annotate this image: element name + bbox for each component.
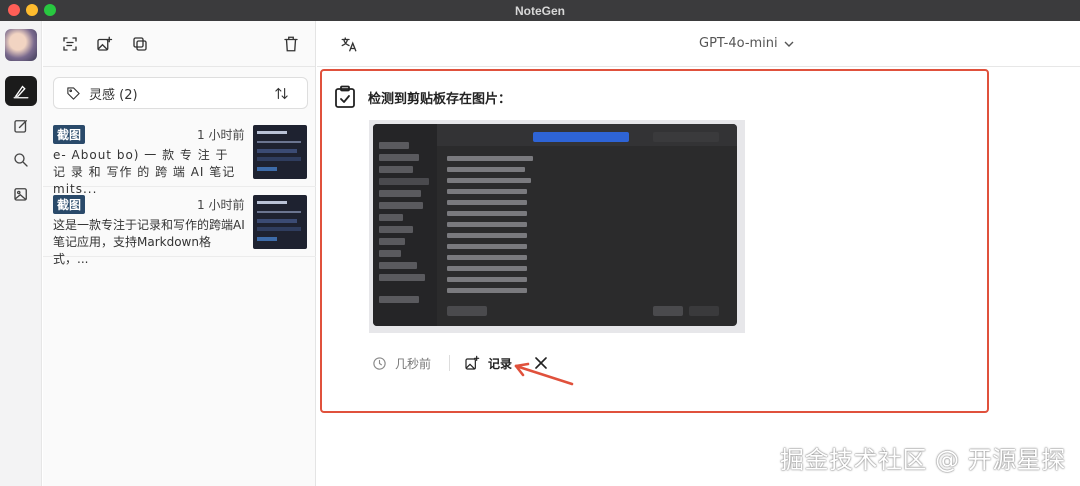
delete-button[interactable] [281, 34, 301, 54]
scan-icon [63, 37, 77, 51]
trash-icon [284, 36, 298, 52]
detected-time-label: 几秒前 [395, 356, 432, 371]
write-nav-button[interactable] [5, 111, 37, 141]
clipboard-detect-card: 检测到剪贴板存在图片： 几秒前 记录 [320, 69, 989, 413]
record-nav-button[interactable] [5, 76, 37, 106]
list-item[interactable]: 截图 1 小时前 这是一款专注于记录和写作的跨端AI笔记应用，支持Markdow… [43, 191, 316, 266]
minimize-window-button[interactable] [26, 4, 38, 16]
chevron-down-icon [784, 41, 794, 47]
window-controls [8, 4, 56, 16]
model-select-value: GPT-4o-mini [699, 36, 778, 51]
note-preview: 这是一款专注于记录和写作的跨端AI笔记应用，支持Markdown格式，... [53, 218, 245, 266]
nav-rail [0, 21, 42, 486]
app-window: NoteGen 灵感 (2) 截图 1 小时前 e- About bo) 一 款… [0, 0, 1080, 486]
main-toolbar: GPT-4o-mini [317, 21, 1080, 67]
clipboard-image-preview[interactable] [369, 120, 745, 333]
image-hosting-nav-button[interactable] [5, 179, 37, 209]
annotation-arrow-icon [514, 362, 574, 386]
search-icon [14, 153, 28, 167]
clipboard-check-icon [335, 85, 355, 108]
copy-icon [133, 37, 147, 51]
record-button[interactable]: 记录 [464, 355, 512, 372]
note-thumbnail [253, 125, 307, 179]
record-list-panel: 灵感 (2) 截图 1 小时前 e- About bo) 一 款 专 注 于 记… [43, 21, 316, 486]
note-type-badge: 截图 [53, 195, 86, 214]
note-thumbnail [253, 195, 307, 249]
detected-time: 几秒前 [372, 355, 431, 372]
image-add-icon [465, 355, 480, 370]
search-nav-button[interactable] [5, 145, 37, 175]
scan-text-button[interactable] [60, 34, 80, 54]
close-window-button[interactable] [8, 4, 20, 16]
finder-screenshot [373, 124, 737, 326]
note-time: 1 小时前 [197, 128, 245, 142]
divider [449, 355, 451, 371]
image-icon [14, 188, 27, 201]
image-add-icon [97, 36, 113, 51]
window-title: NoteGen [514, 3, 565, 18]
sort-icon[interactable] [274, 86, 289, 101]
avatar[interactable] [5, 29, 37, 61]
edit-icon [14, 120, 27, 133]
tag-filter-select[interactable]: 灵感 (2) [53, 77, 308, 109]
note-type-badge: 截图 [53, 125, 86, 144]
add-image-button[interactable] [94, 34, 114, 54]
main-panel: GPT-4o-mini 检测到剪贴板存在图片： 几秒前 记录 [317, 21, 1080, 486]
clock-icon [373, 356, 386, 370]
pen-icon [13, 85, 29, 99]
translate-icon[interactable] [340, 35, 358, 53]
title-bar: NoteGen [0, 0, 1080, 21]
tag-filter-label: 灵感 (2) [89, 87, 138, 103]
list-item[interactable]: 截图 1 小时前 e- About bo) 一 款 专 注 于 记 录 和 写作… [43, 121, 316, 196]
tag-icon [67, 86, 80, 100]
copy-button[interactable] [130, 34, 150, 54]
note-time: 1 小时前 [197, 198, 245, 212]
watermark: 掘金技术社区 @ 开源星探 [780, 446, 1066, 474]
list-toolbar [43, 21, 315, 67]
maximize-window-button[interactable] [44, 4, 56, 16]
card-title: 检测到剪贴板存在图片： [368, 91, 512, 107]
model-select[interactable]: GPT-4o-mini [699, 36, 794, 51]
card-header: 检测到剪贴板存在图片： [334, 85, 511, 109]
